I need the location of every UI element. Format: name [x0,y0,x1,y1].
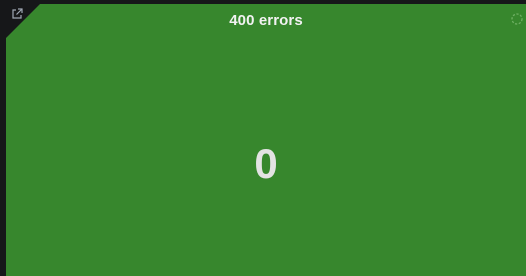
loading-spinner-icon [510,12,524,26]
stat-value: 0 [254,140,278,187]
panel-title[interactable]: 400 errors [6,12,526,29]
stat-panel: 400 errors 0 [6,4,526,276]
